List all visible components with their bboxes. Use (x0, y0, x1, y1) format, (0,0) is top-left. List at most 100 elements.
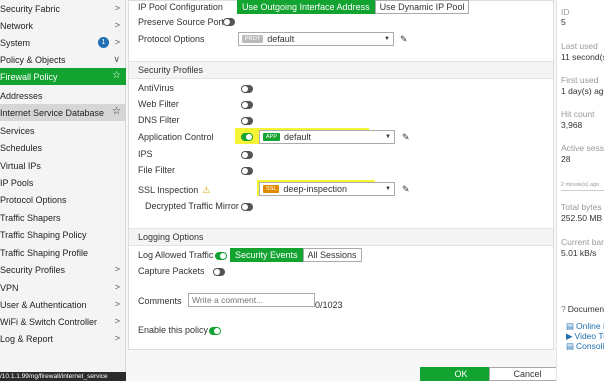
application-control-select[interactable]: APP default ▼ (259, 130, 395, 144)
video-icon: ▶ (566, 331, 573, 341)
sidebar-item-firewall-policy[interactable]: Firewall Policy ☆ (0, 68, 126, 85)
antivirus-label: AntiVirus (138, 83, 174, 93)
sidebar-item-label: System (0, 37, 31, 48)
sidebar-item-schedules[interactable]: Schedules (0, 139, 126, 156)
statistics-panel: ID 5 Last used 11 second(s) First used 1… (556, 0, 604, 381)
security-events-button[interactable]: Security Events (230, 248, 303, 262)
application-control-toggle[interactable] (241, 133, 253, 141)
protocol-options-value: default (267, 34, 295, 44)
sidebar-item-label: Log & Report (0, 333, 54, 344)
sidebar-item-wifi-switch-controller[interactable]: WiFi & Switch Controller > (0, 313, 126, 330)
current-bandwidth-value: 5.01 kB/s (561, 248, 597, 258)
sidebar-item-traffic-shaping-profile[interactable]: Traffic Shaping Profile (0, 244, 126, 261)
first-used-value: 1 day(s) ago (561, 86, 604, 96)
sidebar-item-label: Protocol Options (0, 194, 67, 205)
sidebar-item-label: VPN (0, 282, 19, 293)
decrypted-mirror-toggle[interactable] (241, 203, 253, 211)
consolidated-link[interactable]: ▤Consolidated... (566, 341, 604, 352)
sidebar: Security Fabric > Network > System 1 > Polic… (0, 0, 126, 381)
sidebar-item-protocol-options[interactable]: Protocol Options (0, 191, 126, 208)
chevron-right-icon: > (114, 3, 120, 13)
comments-input[interactable] (188, 293, 315, 307)
app-tag: APP (263, 133, 281, 141)
sidebar-item-traffic-shaping-policy[interactable]: Traffic Shaping Policy (0, 226, 126, 243)
antivirus-toggle[interactable] (241, 85, 253, 93)
comments-label: Comments (138, 296, 182, 306)
file-filter-toggle[interactable] (241, 167, 253, 175)
application-control-label: Application Control (138, 132, 214, 142)
preserve-source-port-toggle[interactable] (223, 18, 235, 26)
sidebar-item-label: Network (0, 20, 34, 31)
main-content: IP Pool Configuration Use Outgoing Inter… (126, 0, 556, 381)
all-sessions-button[interactable]: All Sessions (302, 248, 362, 262)
sidebar-item-label: Firewall Policy (0, 71, 58, 82)
chevron-right-icon: > (114, 282, 120, 292)
sidebar-item-label: Internet Service Database (0, 107, 105, 118)
sidebar-item-label: Virtual IPs (0, 160, 41, 171)
ips-toggle[interactable] (241, 151, 253, 159)
dns-filter-toggle[interactable] (241, 117, 253, 125)
use-dynamic-ip-pool-button[interactable]: Use Dynamic IP Pool (374, 0, 470, 14)
sidebar-item-label: Traffic Shapers (0, 212, 61, 223)
sidebar-item-user-authentication[interactable]: User & Authentication > (0, 296, 126, 313)
comments-count: 0/1023 (315, 300, 343, 310)
sidebar-item-label: User & Authentication (0, 299, 87, 310)
protocol-options-select[interactable]: PROT default ▼ (238, 32, 394, 46)
sidebar-item-security-profiles[interactable]: Security Profiles > (0, 261, 126, 278)
consolidated-label: Consolidated... (576, 341, 604, 351)
edit-icon[interactable]: ✎ (402, 184, 410, 195)
protocol-options-label: Protocol Options (138, 34, 205, 44)
current-bandwidth-label: Current bandwidth (561, 237, 604, 247)
hit-count-label: Hit count (561, 109, 595, 119)
sidebar-item-addresses[interactable]: Addresses (0, 87, 126, 104)
document-icon: ▤ (566, 341, 575, 351)
cancel-button[interactable]: Cancel (489, 367, 566, 381)
ssl-inspection-value: deep-inspection (283, 184, 347, 194)
sidebar-item-traffic-shapers[interactable]: Traffic Shapers (0, 209, 126, 226)
star-icon[interactable]: ☆ (112, 106, 121, 117)
protocol-tag: PROT (242, 35, 264, 43)
status-url-bar: /10.1.1.99/ng/firewall/internet_service (0, 372, 126, 381)
sidebar-item-label: Services (0, 125, 35, 136)
star-icon[interactable]: ☆ (112, 70, 121, 81)
ip-pool-options: Use Outgoing Interface Address Use Dynam… (237, 0, 470, 14)
edit-icon[interactable]: ✎ (400, 34, 408, 45)
sidebar-item-log-report[interactable]: Log & Report > (0, 330, 126, 347)
sidebar-item-internet-service-database[interactable]: Internet Service Database ☆ (0, 104, 126, 121)
sidebar-item-label: Security Fabric (0, 3, 61, 14)
application-control-value: default (284, 132, 312, 142)
caret-down-icon: ▼ (385, 134, 391, 140)
ssl-inspection-text: SSL Inspection (138, 185, 199, 195)
caret-down-icon: ▼ (385, 186, 391, 192)
chevron-right-icon: > (114, 316, 120, 326)
video-tutorials-label: Video Tutorials (574, 331, 604, 341)
active-sessions-value: 28 (561, 154, 571, 164)
last-used-label: Last used (561, 41, 598, 51)
sidebar-item-policy-objects[interactable]: Policy & Objects ∨ (0, 51, 126, 68)
ip-pool-label: IP Pool Configuration (138, 2, 223, 12)
use-outgoing-interface-button[interactable]: Use Outgoing Interface Address (237, 0, 375, 14)
sidebar-item-system[interactable]: System 1 > (0, 34, 126, 51)
ssl-inspection-label: SSL Inspection ⚠ (138, 183, 210, 197)
ssl-inspection-select[interactable]: SSL deep-inspection ▼ (259, 182, 395, 196)
edit-icon[interactable]: ✎ (402, 132, 410, 143)
sidebar-item-network[interactable]: Network > (0, 17, 126, 34)
web-filter-toggle[interactable] (241, 101, 253, 109)
log-allowed-traffic-toggle[interactable] (215, 252, 227, 260)
sidebar-item-security-fabric[interactable]: Security Fabric > (0, 0, 126, 17)
capture-packets-toggle[interactable] (213, 268, 225, 276)
preserve-source-port-label: Preserve Source Port (138, 17, 225, 27)
sidebar-item-vpn[interactable]: VPN > (0, 279, 126, 296)
first-used-label: First used (561, 75, 599, 85)
last-used-value: 11 second(s) (561, 52, 604, 62)
active-sessions-label: Active sessions (561, 143, 604, 153)
chevron-right-icon: > (114, 333, 120, 343)
sidebar-item-services[interactable]: Services (0, 122, 126, 139)
sidebar-item-ip-pools[interactable]: IP Pools (0, 174, 126, 191)
chevron-right-icon: > (114, 299, 120, 309)
sidebar-item-label: WiFi & Switch Controller (0, 316, 98, 327)
enable-policy-toggle[interactable] (209, 327, 221, 335)
id-value: 5 (561, 17, 566, 27)
help-icon: ? (561, 304, 566, 314)
sidebar-item-virtual-ips[interactable]: Virtual IPs (0, 157, 126, 174)
